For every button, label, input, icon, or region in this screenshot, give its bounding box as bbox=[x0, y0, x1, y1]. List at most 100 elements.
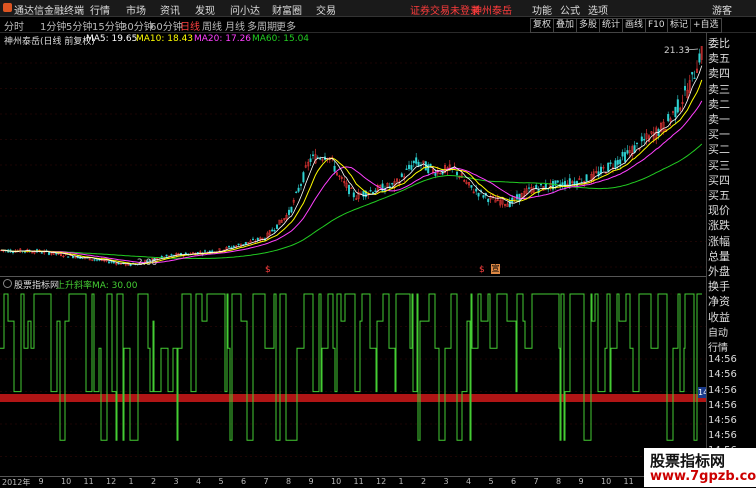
period-intraday[interactable]: 分时 bbox=[4, 18, 24, 33]
app-title: 通达信金融终端 bbox=[14, 6, 84, 17]
menu-news[interactable]: 资讯 bbox=[160, 2, 180, 17]
menu-options[interactable]: 选项 bbox=[588, 2, 608, 17]
draw-line-button[interactable]: 画线 bbox=[622, 18, 647, 33]
low-price-label: 2.06 bbox=[137, 258, 157, 268]
f10-button[interactable]: F10 bbox=[645, 18, 668, 33]
date-tick-label: 3 bbox=[443, 477, 449, 486]
top-menu-bar: 通达信金融终端 行情 市场 资讯 发现 问小达 财富圈 交易 证券交易未登录 神… bbox=[0, 0, 756, 17]
menu-function[interactable]: 功能 bbox=[532, 2, 552, 17]
ma10-value: MA10: 18.43 bbox=[136, 34, 194, 44]
date-tick-label: 10 bbox=[61, 477, 72, 486]
quote-panel-label: 14:56 bbox=[708, 415, 737, 426]
menu-formula[interactable]: 公式 bbox=[560, 2, 580, 17]
date-tick-label: 9 bbox=[38, 477, 44, 486]
date-tick-label: 2 bbox=[421, 477, 427, 486]
period-15min[interactable]: 15分钟 bbox=[92, 18, 125, 33]
menu-discover[interactable]: 发现 bbox=[195, 2, 215, 17]
period-weekly[interactable]: 周线 bbox=[202, 18, 222, 33]
ma10-line bbox=[0, 79, 703, 265]
menu-quotes[interactable]: 行情 bbox=[90, 2, 110, 17]
quote-panel-label: 涨跌 bbox=[708, 219, 730, 233]
date-tick-label: 4 bbox=[196, 477, 202, 486]
indicator-chart[interactable] bbox=[0, 290, 706, 476]
period-1min[interactable]: 1分钟 bbox=[40, 18, 66, 33]
date-tick-label: 2 bbox=[151, 477, 157, 486]
quote-panel-label: 卖三 bbox=[708, 82, 730, 96]
quote-panel-label: 自动 bbox=[708, 327, 728, 339]
login-alert[interactable]: 证券交易未登录 bbox=[410, 2, 480, 17]
date-tick-label: 10 bbox=[331, 477, 342, 486]
date-tick-label: 1 bbox=[398, 477, 404, 486]
quote-panel-label: 14:56 bbox=[708, 399, 737, 411]
quote-panel-label: 收益 bbox=[708, 310, 730, 324]
date-tick-label: 6 bbox=[511, 477, 517, 486]
quote-panel-label: 涨幅 bbox=[708, 234, 730, 248]
quote-panel-label: 净资 bbox=[708, 295, 730, 309]
quote-panel-label: 总量 bbox=[708, 249, 730, 263]
quote-panel-label: 14:56 bbox=[708, 384, 737, 396]
menu-trade[interactable]: 交易 bbox=[316, 2, 336, 17]
menu-wealth-circle[interactable]: 财富圈 bbox=[272, 2, 302, 17]
quote-panel-label: 14:56 bbox=[708, 354, 737, 366]
indicator-band bbox=[0, 394, 706, 402]
indicator-line bbox=[0, 293, 702, 441]
overlay-button[interactable]: 叠加 bbox=[553, 18, 578, 33]
high-price-label: 21.33 bbox=[664, 46, 690, 56]
date-tick-label: 7 bbox=[263, 477, 269, 486]
date-axis: 2012年 9 10 11 12 1 2 3 4 5 6 7 8 9 10 11 12 1 2 3 4 5 6 7 8 9 10 11… bbox=[0, 476, 706, 488]
quote-panel-label: 买一 bbox=[708, 128, 730, 142]
period-multi[interactable]: 多周期 bbox=[247, 18, 277, 33]
event-marker-icon[interactable]: $ bbox=[479, 265, 485, 275]
period-5min[interactable]: 5分钟 bbox=[66, 18, 92, 33]
period-more[interactable]: 更多 bbox=[276, 18, 296, 33]
add-watchlist-button[interactable]: +自选 bbox=[690, 18, 722, 33]
date-tick-label: 4 bbox=[466, 477, 472, 486]
date-tick-label: 11 bbox=[623, 477, 634, 486]
date-tick-label: 6 bbox=[241, 477, 247, 486]
ma20-value: MA20: 17.26 bbox=[194, 34, 252, 44]
quote-panel-label: 卖一 bbox=[708, 113, 730, 126]
date-tick-label: 12 bbox=[106, 477, 117, 486]
multi-stock-button[interactable]: 多股 bbox=[576, 18, 601, 33]
quote-panel-label: 行情 bbox=[708, 343, 728, 354]
menu-wenxiaoda[interactable]: 问小达 bbox=[230, 2, 260, 17]
menu-guest[interactable]: 游客 bbox=[712, 2, 732, 17]
date-tick-label: 8 bbox=[286, 477, 292, 486]
quote-panel-label: 买四 bbox=[708, 173, 730, 187]
info-marker-icon[interactable]: 宣 bbox=[491, 264, 500, 274]
date-tick-label: 10 bbox=[601, 477, 612, 486]
menu-market[interactable]: 市场 bbox=[126, 2, 146, 17]
quote-panel: 委比 卖五 卖四 卖三 卖二 卖一 买一 买二 买三 买四 买五 现价 涨跌 涨幅 总量 外盘 换手 净资 收益 自动… bbox=[706, 33, 756, 487]
quote-panel-label: 现价 bbox=[708, 204, 730, 218]
watermark-url: www.7gpzb.com bbox=[650, 469, 756, 484]
quote-panel-label: 委比 bbox=[708, 37, 730, 50]
ma20-line bbox=[0, 100, 703, 264]
quote-panel-label: 买五 bbox=[708, 189, 730, 202]
mark-button[interactable]: 标记 bbox=[667, 18, 692, 33]
quote-panel-label: 14:56 bbox=[708, 369, 737, 381]
quote-panel-label: 卖四 bbox=[708, 67, 730, 81]
indicator-toggle-icon[interactable] bbox=[3, 279, 12, 288]
kline-chart[interactable]: 21.33 2.06 bbox=[0, 46, 706, 276]
date-tick-label: 9 bbox=[308, 477, 314, 486]
stats-button[interactable]: 统计 bbox=[599, 18, 624, 33]
date-tick-label: 11 bbox=[353, 477, 364, 486]
quote-panel-label: 14:56 bbox=[708, 430, 737, 442]
app-logo-icon bbox=[3, 3, 12, 12]
period-daily[interactable]: 日线 bbox=[180, 18, 200, 33]
date-tick-label: 11 bbox=[83, 477, 94, 486]
event-marker-icon[interactable]: $ bbox=[265, 265, 271, 275]
period-30min[interactable]: 30分钟 bbox=[121, 18, 154, 33]
watermark-title: 股票指标网 bbox=[650, 452, 726, 470]
ma5-value: MA5: 19.65 bbox=[86, 34, 138, 44]
date-tick-label: 7 bbox=[533, 477, 539, 486]
period-monthly[interactable]: 月线 bbox=[225, 18, 245, 33]
adjust-button[interactable]: 复权 bbox=[530, 18, 555, 33]
date-tick-label: 9 bbox=[578, 477, 584, 486]
quote-panel-label: 买二 bbox=[708, 143, 730, 157]
ma60-value: MA60: 15.04 bbox=[252, 34, 310, 44]
date-tick-label: 3 bbox=[173, 477, 179, 486]
period-60min[interactable]: 60分钟 bbox=[150, 18, 183, 33]
stock-link[interactable]: 神州泰岳 bbox=[472, 2, 512, 17]
quote-panel-label: 买三 bbox=[708, 158, 730, 172]
